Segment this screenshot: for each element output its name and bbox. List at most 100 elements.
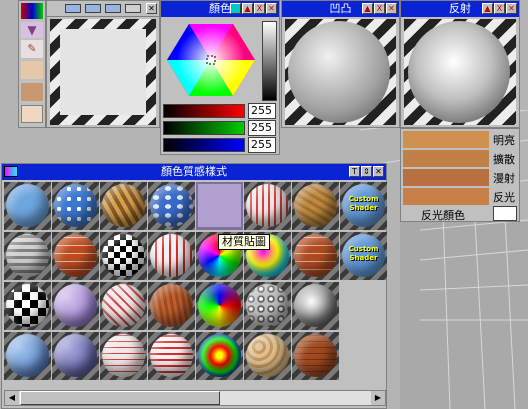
bump-sphere xyxy=(288,21,390,123)
material-swatch[interactable] xyxy=(292,232,339,280)
hexagon-area xyxy=(163,19,259,101)
material-swatch[interactable] xyxy=(148,182,195,230)
material-swatch[interactable] xyxy=(244,332,291,380)
close-icon[interactable]: ✕ xyxy=(266,3,277,14)
green-value[interactable]: 255 xyxy=(248,120,276,136)
material-swatch[interactable] xyxy=(4,182,51,230)
x-icon[interactable]: X xyxy=(254,3,265,14)
material-grid: Custom Shader Custom Shader xyxy=(4,182,387,388)
green-slider[interactable] xyxy=(163,121,245,135)
material-swatch[interactable] xyxy=(148,332,195,380)
material-swatch[interactable] xyxy=(100,182,147,230)
close-icon[interactable]: ✕ xyxy=(386,3,397,14)
material-swatch[interactable] xyxy=(148,282,195,330)
scroll-arrow-icon[interactable]: ⇕ xyxy=(361,166,372,177)
bump-panel: 凹凸 ▲ X ✕ xyxy=(281,0,400,128)
option-label-specular: 反光 xyxy=(493,191,515,204)
text-icon[interactable]: T xyxy=(349,166,360,177)
custom-shader-label: Custom Shader xyxy=(348,195,379,212)
option-label-scatter: 漫射 xyxy=(493,172,515,185)
tool-color-swatch[interactable] xyxy=(21,3,43,19)
preview-canvas xyxy=(60,29,146,115)
reflection-panel-title: 反射 xyxy=(449,2,471,15)
option-row-diffuse[interactable] xyxy=(403,150,489,167)
reflect-color-label: 反光顏色 xyxy=(421,209,465,222)
toolbar-button-3[interactable] xyxy=(105,4,121,13)
shading-options-panel: 明亮 擴散 漫射 反光 反光顏色 xyxy=(400,128,520,222)
option-label-diffuse: 擴散 xyxy=(493,153,515,166)
toolbar-button-2[interactable] xyxy=(85,4,101,13)
close-icon[interactable]: ✕ xyxy=(506,3,517,14)
custom-shader-label: Custom Shader xyxy=(348,245,379,262)
brightness-slider[interactable] xyxy=(262,21,277,101)
blue-slider[interactable] xyxy=(163,138,245,152)
scroll-right-icon[interactable]: ▶ xyxy=(371,391,385,405)
custom-shader-swatch[interactable]: Custom Shader xyxy=(340,232,387,280)
blue-value[interactable]: 255 xyxy=(248,137,276,153)
toolbar-button-1[interactable] xyxy=(65,4,81,13)
close-icon[interactable]: ✕ xyxy=(373,166,384,177)
tooltip: 材質貼圖 xyxy=(218,234,270,250)
custom-shader-swatch[interactable]: Custom Shader xyxy=(340,182,387,230)
scroll-left-icon[interactable]: ◀ xyxy=(5,391,19,405)
material-swatch[interactable] xyxy=(196,332,243,380)
material-swatch[interactable] xyxy=(100,232,147,280)
material-swatch[interactable] xyxy=(52,282,99,330)
option-row-specular[interactable] xyxy=(403,188,489,205)
material-swatch[interactable] xyxy=(4,282,51,330)
cube-shade-icon[interactable] xyxy=(21,83,43,101)
paint-bucket-icon[interactable]: ▼ xyxy=(21,22,43,38)
up-arrow-icon[interactable]: ▲ xyxy=(482,3,493,14)
bump-preview[interactable] xyxy=(285,19,396,125)
reflect-color-swatch[interactable] xyxy=(493,206,517,221)
library-icon xyxy=(4,166,18,177)
material-swatch[interactable] xyxy=(4,232,51,280)
material-swatch[interactable] xyxy=(244,282,291,330)
material-swatch[interactable] xyxy=(100,332,147,380)
material-swatch[interactable] xyxy=(292,182,339,230)
bump-panel-title: 凹凸 xyxy=(329,2,352,15)
material-swatch[interactable] xyxy=(4,332,51,380)
reflection-preview[interactable] xyxy=(404,19,516,125)
horizontal-scrollbar[interactable]: ◀ ▶ xyxy=(4,390,386,406)
toolbar-button-4[interactable] xyxy=(125,4,141,13)
option-row-scatter[interactable] xyxy=(403,169,489,186)
reflection-panel: 反射 ▲ X ✕ xyxy=(400,0,520,128)
x-icon[interactable]: X xyxy=(494,3,505,14)
up-arrow-icon[interactable]: ▲ xyxy=(242,3,253,14)
material-swatch[interactable] xyxy=(244,182,291,230)
material-swatch[interactable] xyxy=(292,332,339,380)
color-hexagon[interactable] xyxy=(163,19,259,101)
color-panel: 顏色 ▲ X ✕ 255 255 255 xyxy=(160,0,280,155)
material-swatch-selected[interactable] xyxy=(196,182,243,230)
x-icon[interactable]: X xyxy=(374,3,385,14)
material-library-title: 顏色質感樣式 xyxy=(161,165,227,178)
reflection-sphere xyxy=(408,21,510,123)
square-icon[interactable] xyxy=(21,105,43,123)
material-swatch[interactable] xyxy=(52,332,99,380)
preview-frame xyxy=(50,19,156,125)
material-swatch[interactable] xyxy=(52,182,99,230)
preview-toolbar: ✕ xyxy=(47,1,159,17)
material-swatch[interactable] xyxy=(100,282,147,330)
brush-icon[interactable]: ✎ xyxy=(21,40,43,58)
tool-strip: ▼ ✎ xyxy=(18,0,46,128)
material-swatch[interactable] xyxy=(196,282,243,330)
up-arrow-icon[interactable]: ▲ xyxy=(362,3,373,14)
material-swatch[interactable] xyxy=(148,232,195,280)
material-swatch[interactable] xyxy=(52,232,99,280)
red-slider[interactable] xyxy=(163,104,245,118)
color-panel-title: 顏色 xyxy=(209,2,231,15)
preview-window: ✕ xyxy=(46,0,160,128)
cyan-swatch-button[interactable] xyxy=(230,3,241,14)
material-swatch[interactable] xyxy=(292,282,339,330)
material-library-titlebar[interactable]: 顏色質感樣式 xyxy=(2,164,386,180)
close-icon[interactable]: ✕ xyxy=(146,3,157,14)
red-value[interactable]: 255 xyxy=(248,103,276,119)
option-label-bright: 明亮 xyxy=(493,134,515,147)
option-row-bright[interactable] xyxy=(403,131,489,148)
cube-icon[interactable] xyxy=(21,61,43,79)
material-library-window: 顏色質感樣式 T ⇕ ✕ Custom Shader Custom Shader 材… xyxy=(1,163,387,409)
tooltip-text: 材質貼圖 xyxy=(222,235,266,248)
scroll-thumb[interactable] xyxy=(20,391,220,405)
